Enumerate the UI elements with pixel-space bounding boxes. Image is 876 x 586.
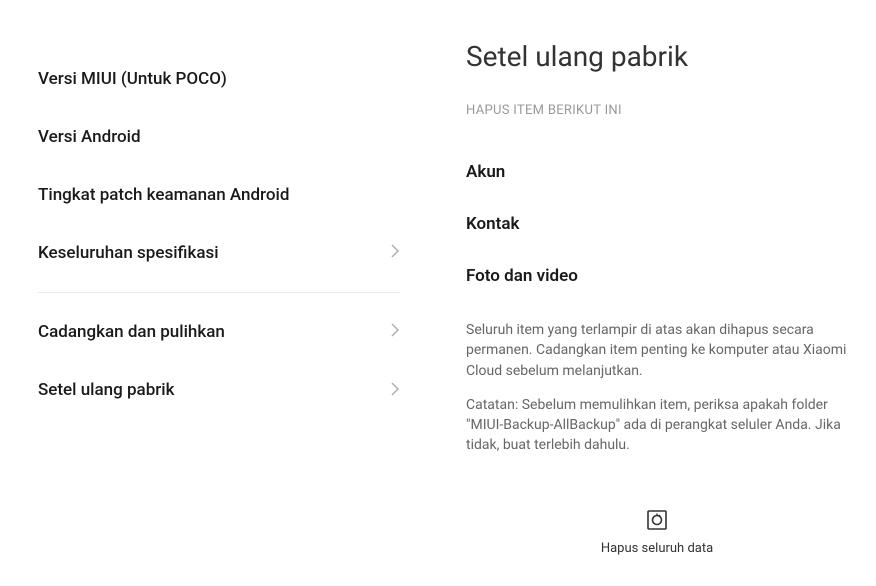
erase-all-data-button[interactable]: Hapus seluruh data — [438, 509, 876, 556]
erase-all-data-label: Hapus seluruh data — [438, 541, 876, 556]
chevron-right-icon — [390, 322, 400, 342]
factory-reset-pane: Setel ulang pabrik HAPUS ITEM BERIKUT IN… — [438, 0, 876, 586]
chevron-right-icon — [390, 243, 400, 263]
item-label: Tingkat patch keamanan Android — [38, 184, 289, 206]
item-label: Cadangkan dan pulihkan — [38, 321, 225, 343]
item-backup-restore[interactable]: Cadangkan dan pulihkan — [38, 303, 400, 361]
item-security-patch[interactable]: Tingkat patch keamanan Android — [38, 166, 400, 224]
item-label: Versi MIUI (Untuk POCO) — [38, 68, 227, 90]
erase-subtitle: HAPUS ITEM BERIKUT INI — [466, 103, 848, 118]
item-label: Versi Android — [38, 126, 141, 148]
item-label: Keseluruhan spesifikasi — [38, 242, 219, 264]
erase-category-contacts: Kontak — [466, 198, 848, 250]
item-label: Setel ulang pabrik — [38, 379, 174, 401]
note-paragraph: Catatan: Sebelum memulihkan item, periks… — [466, 395, 848, 456]
warning-paragraph: Seluruh item yang terlampir di atas akan… — [466, 320, 848, 381]
erase-category-accounts: Akun — [466, 146, 848, 198]
settings-left-pane: Versi MIUI (Untuk POCO) Versi Android Ti… — [0, 0, 438, 586]
divider — [38, 292, 400, 293]
warning-text: Seluruh item yang terlampir di atas akan… — [466, 320, 848, 456]
chevron-right-icon — [390, 381, 400, 401]
page-title: Setel ulang pabrik — [466, 40, 848, 73]
erase-category-photos-videos: Foto dan video — [466, 250, 848, 302]
item-miui-version[interactable]: Versi MIUI (Untuk POCO) — [38, 50, 400, 108]
reset-icon — [646, 509, 668, 535]
item-android-version[interactable]: Versi Android — [38, 108, 400, 166]
item-all-specs[interactable]: Keseluruhan spesifikasi — [38, 224, 400, 282]
item-factory-reset[interactable]: Setel ulang pabrik — [38, 361, 400, 419]
